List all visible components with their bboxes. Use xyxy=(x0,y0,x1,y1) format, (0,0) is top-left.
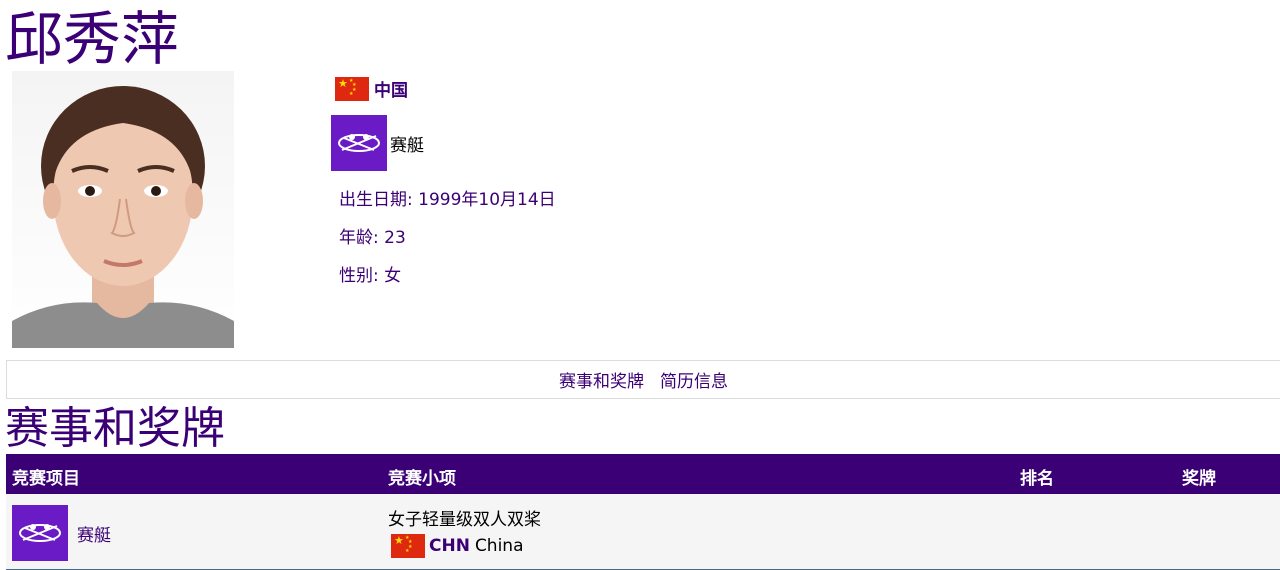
row-sport: 赛艇 xyxy=(12,505,111,561)
sport-name[interactable]: 赛艇 xyxy=(390,131,424,156)
header-sport: 竞赛项目 xyxy=(12,469,80,489)
china-flag-icon: ★ ★ ★ ★ ★ xyxy=(335,76,369,101)
tab-events-medals[interactable]: 赛事和奖牌 xyxy=(559,367,644,392)
row-team: ★ ★ ★ ★ ★ CHN China xyxy=(391,534,541,558)
noc-row: ★ ★ ★ ★ ★ 中国 xyxy=(335,76,535,101)
gender: 性别: 女 xyxy=(339,266,402,286)
header-medal: 奖牌 xyxy=(1182,469,1216,489)
header-rank: 排名 xyxy=(1020,469,1054,489)
age: 年龄: 23 xyxy=(339,228,406,248)
row-noc-code[interactable]: CHN xyxy=(429,536,470,556)
row-event-name: 女子轻量级双人双桨 xyxy=(388,510,541,530)
tab-biography[interactable]: 简历信息 xyxy=(660,367,728,392)
rowing-pictogram-icon[interactable] xyxy=(12,505,68,561)
noc-name[interactable]: 中国 xyxy=(374,76,408,101)
row-event: 女子轻量级双人双桨 ★ ★ ★ ★ ★ CHN China xyxy=(388,505,541,558)
table-header: 竞赛项目 竞赛小项 排名 奖牌 xyxy=(6,454,1280,494)
athlete-photo xyxy=(12,71,234,348)
sport-row: 赛艇 xyxy=(331,115,531,171)
row-country: China xyxy=(474,536,524,556)
tab-bar: 赛事和奖牌 简历信息 xyxy=(6,360,1280,399)
row-sport-name[interactable]: 赛艇 xyxy=(77,521,111,546)
birth-date: 出生日期: 1999年10月14日 xyxy=(339,190,556,210)
results-table: 竞赛项目 竞赛小项 排名 奖牌 赛艇 女子轻量级双人双桨 ★ ★ ★ ★ ★ C… xyxy=(6,454,1280,570)
table-row: 赛艇 女子轻量级双人双桨 ★ ★ ★ ★ ★ CHN China xyxy=(6,494,1280,570)
page-title: 邱秀萍 xyxy=(5,5,180,73)
rowing-pictogram-icon[interactable] xyxy=(331,115,387,171)
header-event: 竞赛小项 xyxy=(388,469,456,489)
section-title: 赛事和奖牌 xyxy=(5,403,225,454)
china-flag-icon: ★ ★ ★ ★ ★ xyxy=(391,534,425,558)
